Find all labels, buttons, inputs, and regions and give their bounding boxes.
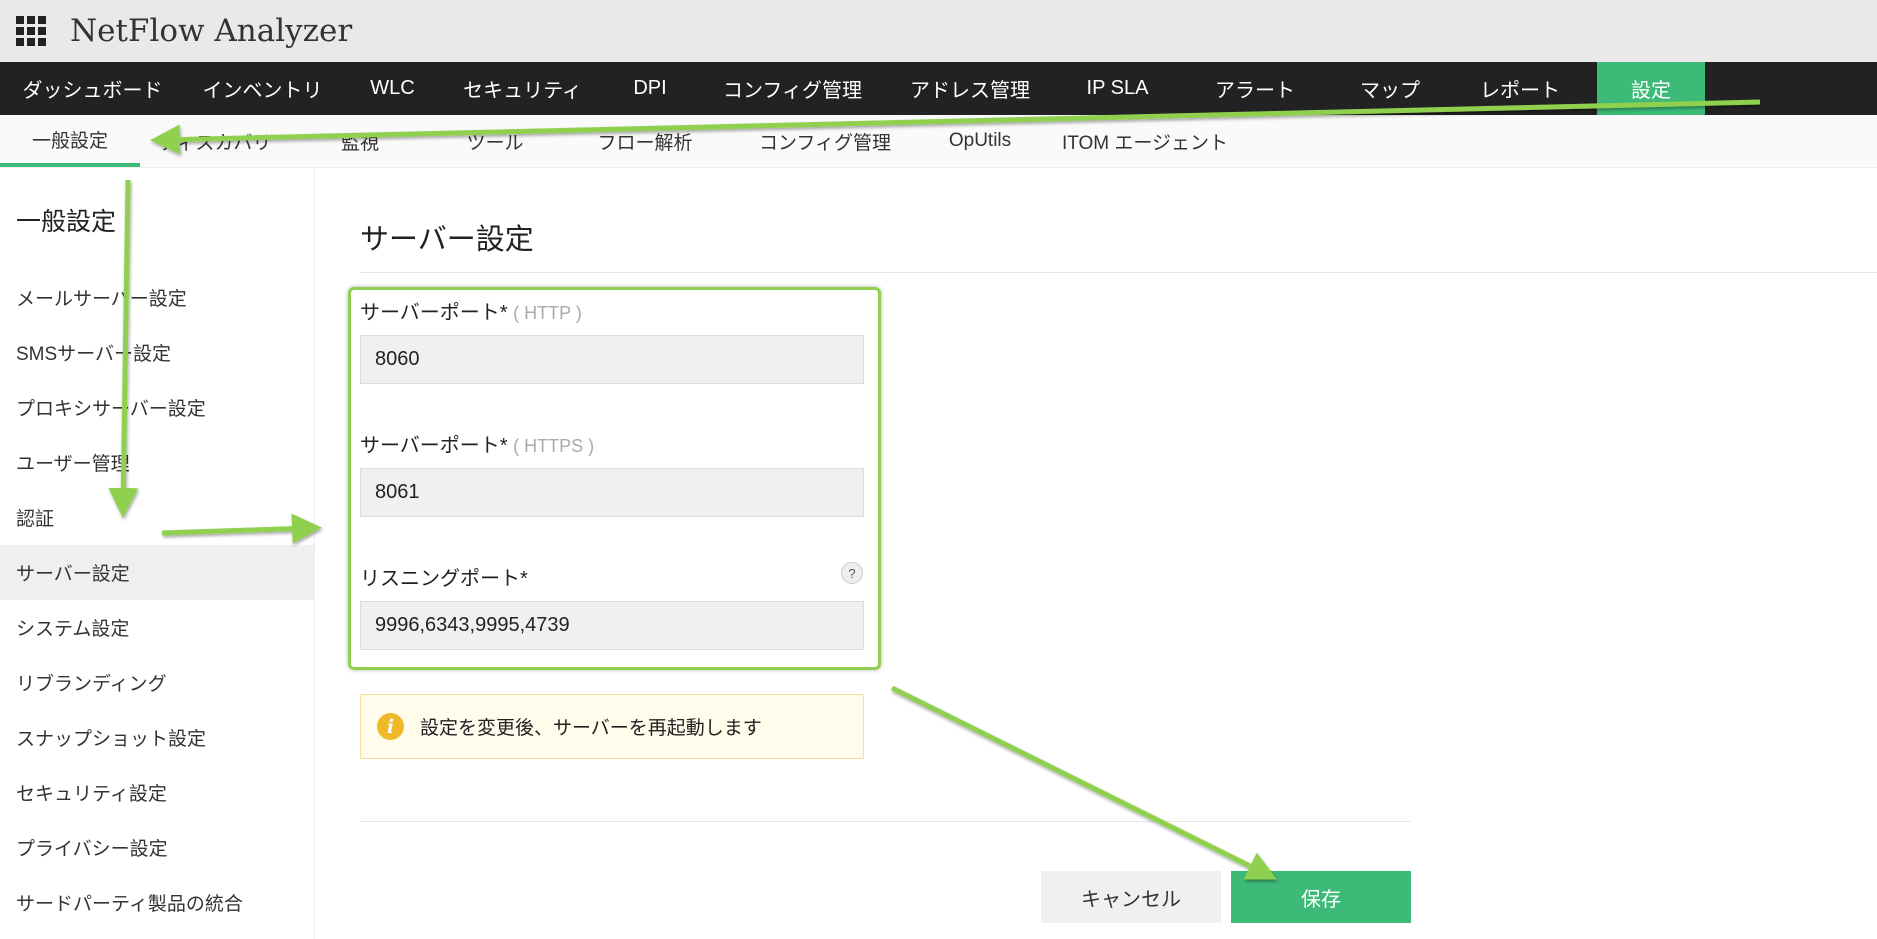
nav-tab-ipsla[interactable]: IP SLA [1055, 62, 1180, 115]
nav-tab-address[interactable]: アドレス管理 [885, 62, 1055, 115]
sidebar: 一般設定 メールサーバー設定 SMSサーバー設定 プロキシサーバー設定 ユーザー… [0, 168, 315, 939]
subnav-tab-oputils[interactable]: OpUtils [920, 115, 1040, 167]
nav-tab-alarms[interactable]: アラート [1180, 62, 1330, 115]
sidebar-item-user-management[interactable]: ユーザー管理 [0, 435, 314, 490]
sidebar-item-privacy[interactable]: プライバシー設定 [0, 820, 314, 875]
sidebar-item-security[interactable]: セキュリティ設定 [0, 765, 314, 820]
sidebar-item-mail-server[interactable]: メールサーバー設定 [0, 270, 314, 325]
app-grid-icon[interactable] [16, 16, 46, 46]
nav-tab-maps[interactable]: マップ [1330, 62, 1450, 115]
sidebar-item-proxy-server[interactable]: プロキシサーバー設定 [0, 380, 314, 435]
footer-divider [360, 821, 1411, 822]
nav-tab-dpi[interactable]: DPI [600, 62, 700, 115]
sidebar-item-third-party[interactable]: サードパーティ製品の統合 [0, 875, 314, 930]
nav-tab-settings[interactable]: 設定 [1597, 62, 1705, 115]
subnav-tab-tools[interactable]: ツール [430, 115, 560, 167]
main-nav: ダッシュボード インベントリ WLC セキュリティ DPI コンフィグ管理 アド… [0, 62, 1877, 115]
sidebar-item-system-settings[interactable]: システム設定 [0, 600, 314, 655]
nav-tab-security[interactable]: セキュリティ [445, 62, 600, 115]
save-button[interactable]: 保存 [1231, 871, 1411, 923]
nav-tab-reports[interactable]: レポート [1450, 62, 1590, 115]
app-title: NetFlow Analyzer [70, 13, 353, 49]
info-icon: i [377, 713, 404, 740]
sidebar-item-sms-server[interactable]: SMSサーバー設定 [0, 325, 314, 380]
nav-tab-wlc[interactable]: WLC [340, 62, 445, 115]
page-title: サーバー設定 [360, 224, 534, 256]
subnav-tab-monitoring[interactable]: 監視 [290, 115, 430, 167]
sidebar-item-snapshot[interactable]: スナップショット設定 [0, 710, 314, 765]
subnav-tab-general[interactable]: 一般設定 [0, 115, 140, 167]
sidebar-item-authentication[interactable]: 認証 [0, 490, 314, 545]
restart-info-banner: i 設定を変更後、サーバーを再起動します [360, 694, 864, 759]
nav-tab-dashboard[interactable]: ダッシュボード [0, 62, 185, 115]
sidebar-item-rebranding[interactable]: リブランディング [0, 655, 314, 710]
sub-nav: 一般設定 ディスカバリ 監視 ツール フロー解析 コンフィグ管理 OpUtils… [0, 115, 1877, 168]
subnav-tab-discovery[interactable]: ディスカバリ [140, 115, 290, 167]
app-header: NetFlow Analyzer [0, 0, 1877, 62]
subnav-tab-config[interactable]: コンフィグ管理 [730, 115, 920, 167]
info-text: 設定を変更後、サーバーを再起動します [420, 718, 762, 739]
subnav-tab-itom-agent[interactable]: ITOM エージェント [1040, 115, 1250, 167]
nav-tab-config[interactable]: コンフィグ管理 [700, 62, 885, 115]
subnav-tab-flow-analysis[interactable]: フロー解析 [560, 115, 730, 167]
annotation-highlight-box [348, 287, 881, 670]
cancel-button[interactable]: キャンセル [1041, 871, 1221, 923]
sidebar-title: 一般設定 [16, 208, 117, 236]
nav-tab-inventory[interactable]: インベントリ [185, 62, 340, 115]
arrow-to-save [890, 685, 1277, 880]
sidebar-item-server-settings[interactable]: サーバー設定 [0, 545, 314, 600]
title-divider [360, 272, 1877, 273]
